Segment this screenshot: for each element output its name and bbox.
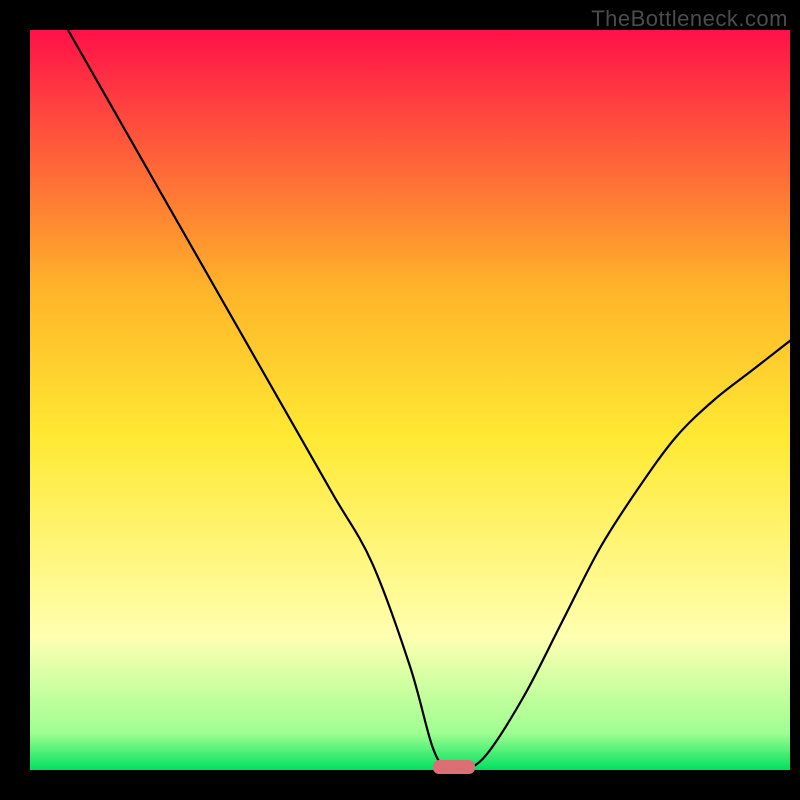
optimal-range-marker — [433, 760, 475, 774]
watermark-text: TheBottleneck.com — [591, 6, 788, 32]
plot-svg — [30, 30, 790, 770]
plot-area — [30, 30, 790, 770]
gradient-background — [30, 30, 790, 770]
chart-frame: TheBottleneck.com — [0, 0, 800, 800]
